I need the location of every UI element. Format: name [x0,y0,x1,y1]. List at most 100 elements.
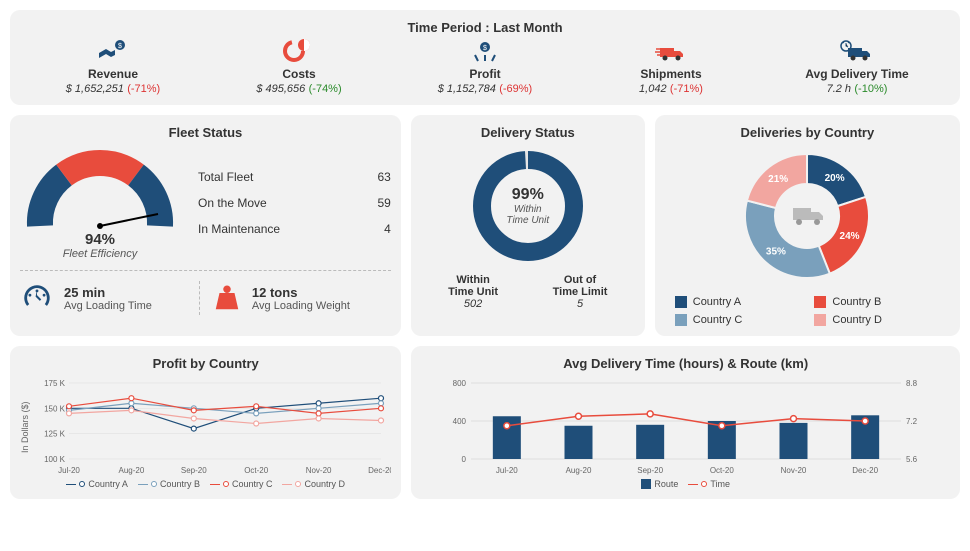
fleet-status-card: Fleet Status 94% Fleet Efficiency Total … [10,115,401,336]
legend-swatch [675,296,687,308]
fleet-stats: Total Fleet 63 On the Move 59 In Maintenance… [198,164,391,242]
svg-text:Aug-20: Aug-20 [565,466,591,475]
svg-text:800: 800 [452,379,466,388]
pie-title: Deliveries by Country [665,125,950,140]
svg-text:5.6: 5.6 [906,455,918,464]
profit-by-country-card: Profit by Country In Dollars ($) 100 K12… [10,346,401,499]
kpi-label: Revenue [20,67,206,81]
legend-swatch [814,314,826,326]
revenue-icon: $ [20,39,206,63]
weight-icon [212,281,242,315]
kpi-shipments: Shipments 1,042 (-71%) [578,39,764,95]
legend-label: Route [654,479,678,489]
svg-text:Jul-20: Jul-20 [496,466,518,475]
gauge-label: Fleet Efficiency [20,248,180,260]
fleet-title: Fleet Status [20,125,391,140]
legend-label: Country A [88,479,128,489]
kpi-delta: (-71%) [670,83,703,95]
route-time-card: Avg Delivery Time (hours) & Route (km) 0… [411,346,960,499]
loading-time-label: Avg Loading Time [64,300,152,312]
svg-text:100 K: 100 K [44,455,66,464]
kpi-delta: (-74%) [309,83,342,95]
route-title: Avg Delivery Time (hours) & Route (km) [421,356,950,371]
svg-text:400: 400 [452,417,466,426]
kpi-label: Profit [392,67,578,81]
svg-text:20%: 20% [825,173,845,184]
legend-swatch [675,314,687,326]
gauge-pct: 94% [20,231,180,248]
route-combo-chart: 04008005.67.28.8Jul-20Aug-20Sep-20Oct-20… [436,377,936,477]
pie-legend-item: Country A [675,296,801,308]
svg-text:Nov-20: Nov-20 [780,466,806,475]
route-legend-item: Route [641,479,678,489]
svg-text:24%: 24% [840,231,860,242]
kpi-avg-delivery: Avg Delivery Time 7.2 h (-10%) [764,39,950,95]
loading-time: 25 min [64,285,152,300]
kpi-delta: (-71%) [127,83,160,95]
route-legend-item: Time [688,479,730,489]
deliveries-by-country-card: Deliveries by Country 20% 24% 35% 21% Count… [655,115,960,336]
legend-label: Country B [160,479,200,489]
profit-line-chart: 100 K125 K150 K175 KJul-20Aug-20Sep-20Oc… [31,377,391,477]
kpi-row: $ Revenue $ 1,652,251 (-71%) Costs $ 495… [20,39,950,95]
pie-legend: Country A Country B Country C Country D [665,296,950,326]
out-count: 5 [553,298,608,310]
fleet-stat-row: Total Fleet 63 [198,164,391,190]
kpi-bar: Time Period : Last Month $ Revenue $ 1,6… [10,10,960,105]
profit-legend-item: Country C [210,479,273,489]
delivery-donut: 99% Within Time Unit [468,146,588,266]
fleet-stat-label: In Maintenance [198,222,280,236]
fleet-stat-value: 59 [377,196,390,210]
legend-label: Country D [832,314,882,326]
kpi-costs: Costs $ 495,656 (-74%) [206,39,392,95]
shipments-icon [578,39,764,63]
delivery-pct-label: Within Time Unit [506,204,549,226]
svg-text:35%: 35% [766,246,786,257]
svg-text:Aug-20: Aug-20 [118,466,144,475]
gauge-icon [20,146,180,232]
route-legend: Route Time [421,479,950,489]
fleet-stat-value: 4 [384,222,391,236]
loading-weight: 12 tons [252,285,350,300]
fleet-stat-label: Total Fleet [198,170,253,184]
profit-legend: Country A Country B Country C Country D [20,479,391,489]
kpi-delta: (-10%) [854,83,887,95]
delivery-status-title: Delivery Status [421,125,635,140]
fleet-stat-row: On the Move 59 [198,190,391,216]
kpi-value: $ 1,652,251 [66,83,124,95]
pie-legend-item: Country B [814,296,940,308]
loading-weight-label: Avg Loading Weight [252,300,350,312]
kpi-value: 1,042 [639,83,667,95]
time-period-label: Time Period : Last Month [20,20,950,35]
svg-text:Oct-20: Oct-20 [244,466,269,475]
kpi-value: 7.2 h [827,83,851,95]
legend-label: Country C [232,479,273,489]
svg-text:21%: 21% [769,174,789,185]
legend-label: Time [710,479,730,489]
legend-swatch [814,296,826,308]
svg-text:8.8: 8.8 [906,379,918,388]
pie-legend-item: Country D [814,314,940,326]
svg-text:125 K: 125 K [44,430,66,439]
kpi-label: Shipments [578,67,764,81]
svg-text:$: $ [118,43,122,50]
fleet-stat-label: On the Move [198,196,267,210]
profit-legend-item: Country A [66,479,128,489]
fleet-stat-value: 63 [377,170,390,184]
svg-text:Dec-20: Dec-20 [852,466,878,475]
pie-chart: 20% 24% 35% 21% [737,146,877,286]
svg-text:150 K: 150 K [44,404,66,413]
gauge: 94% Fleet Efficiency [20,146,180,260]
within-count: 502 [448,298,498,310]
kpi-label: Avg Delivery Time [764,67,950,81]
kpi-label: Costs [206,67,392,81]
svg-text:Jul-20: Jul-20 [58,466,80,475]
legend-label: Country D [304,479,345,489]
pie-legend-item: Country C [675,314,801,326]
svg-text:175 K: 175 K [44,379,66,388]
profit-icon: $ [392,39,578,63]
kpi-delta: (-69%) [499,83,532,95]
legend-label: Country B [832,296,881,308]
profit-y-label: In Dollars ($) [20,377,30,477]
avg-delivery-icon [764,39,950,63]
